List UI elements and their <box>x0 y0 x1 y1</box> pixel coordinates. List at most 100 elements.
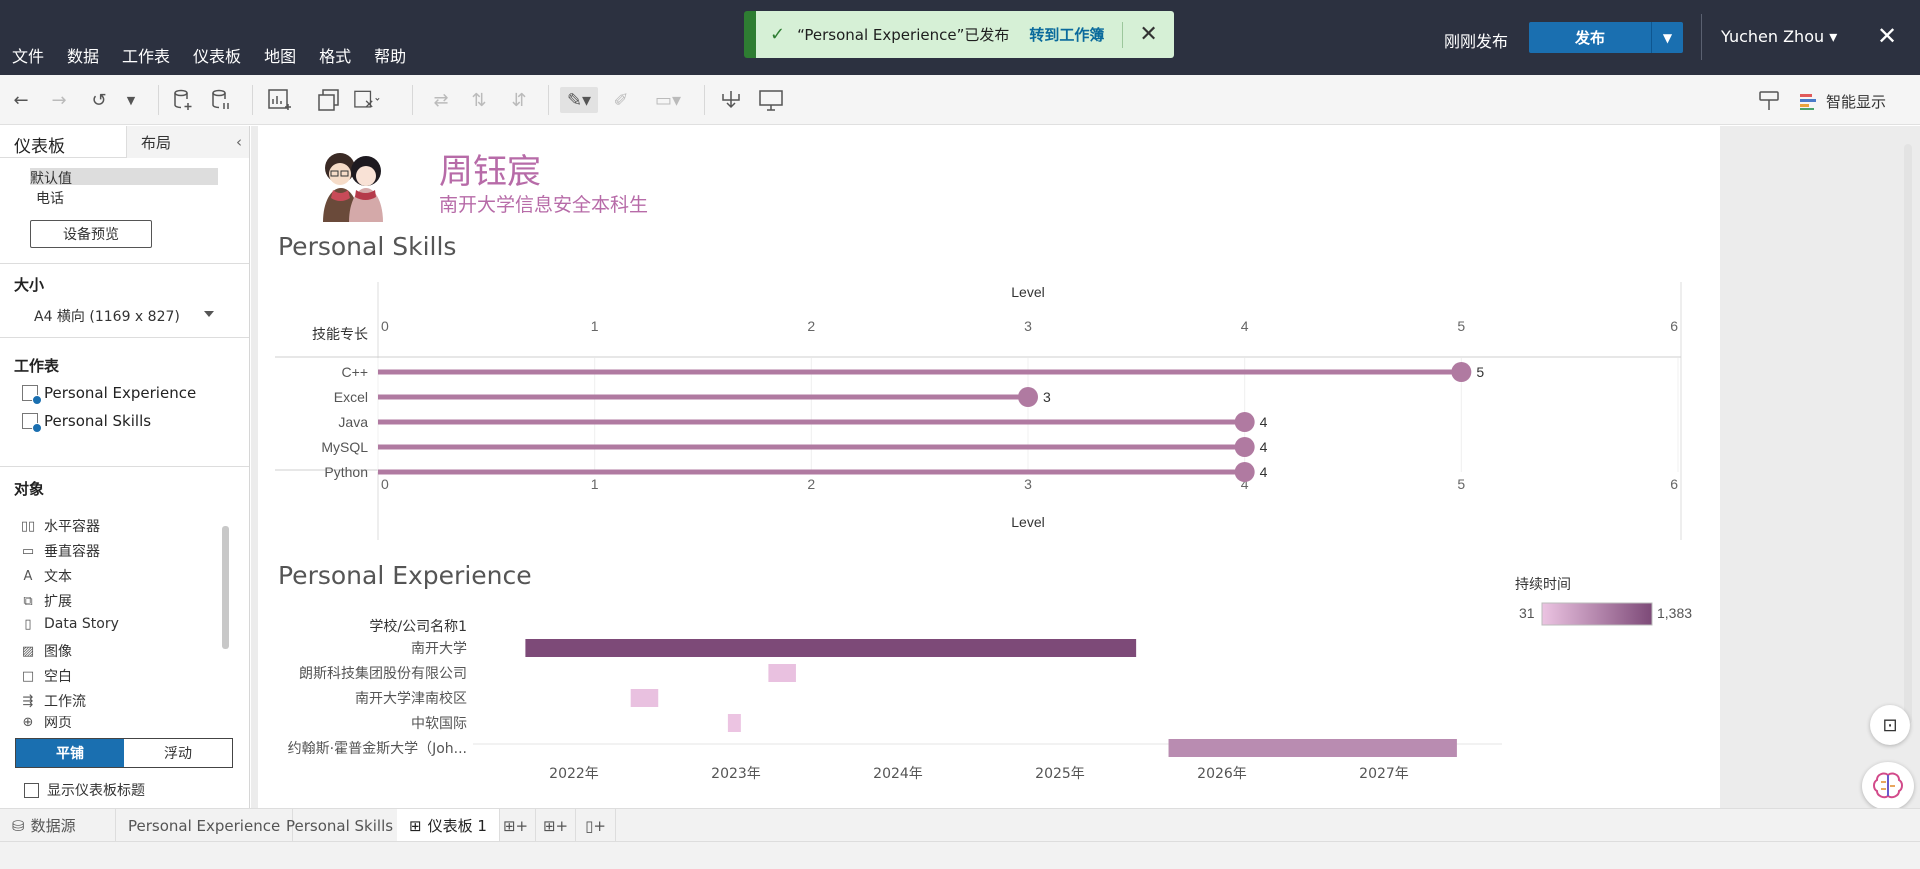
x-tick-label: 2027年 <box>1359 766 1409 782</box>
close-window-icon[interactable]: ✕ <box>1877 22 1897 50</box>
pause-datasource-icon[interactable] <box>208 87 234 113</box>
undo-icon[interactable]: ← <box>8 87 34 113</box>
tick-label-bottom: 2 <box>807 476 815 492</box>
point <box>1234 412 1255 432</box>
check-icon: ✓ <box>770 24 786 45</box>
data-label: 4 <box>1260 414 1268 430</box>
toast-close-icon[interactable]: ✕ <box>1139 22 1157 47</box>
workflow-icon: ⇶ <box>22 693 34 709</box>
sheet-item-label: Personal Experience <box>44 384 197 402</box>
object-image[interactable]: ▨ 图像 <box>20 641 72 661</box>
new-dashboard-tab-icon[interactable]: ⊞+ <box>536 809 576 842</box>
object-text[interactable]: A 文本 <box>20 566 72 586</box>
tab-label: 数据源 <box>30 817 76 835</box>
menu-file[interactable]: 文件 <box>12 43 44 67</box>
object-web-page[interactable]: ⊕ 网页 <box>20 716 72 728</box>
sort-ascending-icon[interactable]: ⇅ <box>466 87 492 113</box>
smart-display-label: 智能显示 <box>1826 93 1887 111</box>
menu-help[interactable]: 帮助 <box>374 43 406 67</box>
publish-dropdown-icon[interactable]: ▼ <box>1651 22 1683 53</box>
ai-assistant-icon[interactable] <box>1862 762 1914 810</box>
tab-datasource[interactable]: ⛁ 数据源 <box>0 809 116 842</box>
sort-descending-icon[interactable]: ⇵ <box>506 87 532 113</box>
menu-format[interactable]: 格式 <box>319 43 351 67</box>
presentation-icon[interactable] <box>758 87 784 113</box>
pin-icon[interactable] <box>1756 87 1782 113</box>
tab-personal-skills[interactable]: Personal Skills <box>274 809 407 842</box>
size-dropdown[interactable]: A4 横向 (1169 x 827) <box>34 306 214 326</box>
tick-label-top: 2 <box>807 318 815 334</box>
menu-data[interactable]: 数据 <box>67 43 99 67</box>
text-icon: A <box>23 568 33 584</box>
object-label: 网页 <box>44 716 72 728</box>
sheet-item-personal-experience[interactable]: Personal Experience <box>22 384 197 405</box>
publish-toast: ✓ “Personal Experience”已发布 转到工作簿 ✕ <box>744 11 1174 58</box>
category-label: C++ <box>342 364 368 380</box>
user-menu[interactable]: Yuchen Zhou ▾ <box>1721 27 1837 46</box>
tiled-button[interactable]: 平铺 <box>16 739 124 767</box>
objects-scrollbar[interactable] <box>222 526 229 649</box>
new-worksheet-icon[interactable] <box>268 87 294 113</box>
highlight-icon[interactable]: ✎▾ <box>560 87 598 113</box>
device-preview-button[interactable]: 设备预览 <box>30 220 152 248</box>
annotate-icon[interactable]: ✐ <box>608 87 634 113</box>
tile-float-toggle: 平铺 浮动 <box>15 738 233 768</box>
toolbar-divider <box>252 85 253 115</box>
menu-map[interactable]: 地图 <box>264 43 296 67</box>
object-label: Data Story <box>44 616 119 632</box>
collapse-panel-icon[interactable]: ‹ <box>236 133 242 151</box>
object-vertical-container[interactable]: ▭ 垂直容器 <box>20 541 100 561</box>
x-axis-title: Level <box>1011 284 1044 300</box>
tab-personal-experience[interactable]: Personal Experience <box>116 809 294 842</box>
new-story-tab-icon[interactable]: ▯+ <box>576 809 616 842</box>
dashboard-name: 周钰宸 <box>439 152 541 192</box>
tab-dashboard-1[interactable]: ⊞ 仪表板 1 <box>397 809 500 842</box>
object-data-story[interactable]: ▯ Data Story <box>20 616 119 632</box>
swap-icon[interactable]: ⇄ <box>428 87 454 113</box>
page-scrollbar[interactable] <box>1904 144 1912 724</box>
object-horizontal-container[interactable]: ▯▯ 水平容器 <box>20 516 100 536</box>
object-blank[interactable]: □ 空白 <box>20 666 72 686</box>
fit-icon[interactable]: ▭▾ <box>648 87 688 113</box>
legend-gradient <box>1541 602 1653 626</box>
tab-layout[interactable]: 布局 ‹ <box>126 126 249 158</box>
extension-icon: ⧉ <box>23 593 33 609</box>
show-title-label: 显示仪表板标题 <box>47 783 145 799</box>
replay-icon[interactable]: ↺ <box>86 87 112 113</box>
objects-heading: 对象 <box>14 480 45 498</box>
smart-display-button[interactable]: 智能显示 <box>1800 91 1886 112</box>
tab-dashboard[interactable]: 仪表板 <box>14 132 65 157</box>
new-worksheet-tab-icon[interactable]: ⊞+ <box>496 809 536 842</box>
x-tick-label: 2022年 <box>549 766 599 782</box>
go-to-workbook-link[interactable]: 转到工作簿 <box>1029 24 1104 45</box>
show-dashboard-title-checkbox[interactable]: 显示仪表板标题 <box>24 780 145 800</box>
data-story-icon: ▯ <box>24 616 32 632</box>
x-tick-label: 2024年 <box>873 766 923 782</box>
object-workflow[interactable]: ⇶ 工作流 <box>20 691 86 711</box>
sheet-item-personal-skills[interactable]: Personal Skills <box>22 412 152 433</box>
menu-dashboard[interactable]: 仪表板 <box>193 43 241 67</box>
menu-worksheet[interactable]: 工作表 <box>122 43 170 67</box>
redo-icon[interactable]: → <box>46 87 72 113</box>
sheets-heading: 工作表 <box>14 357 60 375</box>
clear-sheet-icon[interactable] <box>354 87 380 113</box>
tick-label-top: 5 <box>1457 318 1465 334</box>
duplicate-sheet-icon[interactable] <box>316 87 342 113</box>
translate-icon[interactable]: ⊡ <box>1870 705 1910 745</box>
replay-dropdown-icon[interactable]: ▼ <box>118 87 144 113</box>
tick-label-bottom: 1 <box>591 476 599 492</box>
tick-label-bottom: 6 <box>1670 476 1678 492</box>
sheet-item-label: Personal Skills <box>44 412 152 430</box>
size-value: A4 横向 (1169 x 827) <box>34 309 180 325</box>
device-phone[interactable]: 电话 <box>36 188 64 208</box>
object-extension[interactable]: ⧉ 扩展 <box>20 591 72 611</box>
new-datasource-icon[interactable] <box>170 87 196 113</box>
status-bar <box>0 841 1920 869</box>
publish-button[interactable]: 发布 <box>1529 22 1651 53</box>
toolbar: ← → ↺ ▼ ⇄ ⇅ ⇵ ✎▾ ✐ ▭▾ 智能显示 <box>0 75 1920 125</box>
device-default[interactable]: 默认值 <box>30 168 218 187</box>
floating-button[interactable]: 浮动 <box>124 739 232 767</box>
tab-layout-label: 布局 <box>141 133 172 152</box>
category-label: Java <box>338 414 368 430</box>
download-icon[interactable] <box>718 87 744 113</box>
